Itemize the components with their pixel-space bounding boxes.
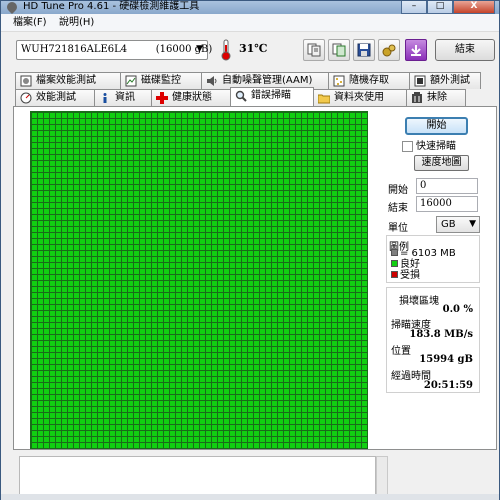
tab-label: 自動噪聲管理(AAM): [222, 75, 313, 86]
erase-icon: [412, 92, 422, 103]
start-field-label: 開始: [388, 185, 408, 196]
health-icon: [156, 92, 168, 104]
tab-label: 磁碟監控: [141, 75, 181, 86]
drive-select[interactable]: WUH721816ALE6L4 (16000 gB) ▼: [16, 40, 212, 60]
unit-label: 單位: [388, 223, 408, 234]
legend-damaged-swatch: [391, 271, 398, 278]
extra-tests-icon: [414, 75, 426, 87]
legend-box: 圖例 = 6103 MB 良好 受損: [386, 235, 480, 283]
log-scrollbar[interactable]: [376, 456, 388, 498]
damaged-blocks-value: 0.0 %: [442, 304, 473, 315]
copy-info-icon: [307, 43, 321, 57]
tab-error-scan[interactable]: 錯誤掃瞄: [230, 87, 314, 106]
tab-label: 錯誤掃瞄: [251, 90, 291, 101]
disk-monitor-icon: [125, 75, 137, 87]
tab-info[interactable]: 資訊: [94, 89, 152, 106]
download-icon: [411, 45, 421, 56]
options-button[interactable]: [378, 39, 400, 61]
menu-file[interactable]: 檔案(F): [13, 16, 47, 29]
position-value: 15994 gB: [419, 354, 473, 365]
tab-row-lower: 效能測試 資訊 健康狀態 錯誤掃瞄 資料夾使用 抹除: [15, 87, 466, 106]
file-benchmark-icon: [20, 75, 32, 87]
window-title: HD Tune Pro 4.61 - 硬碟檢測維護工具: [23, 1, 200, 12]
unit-select[interactable]: GB ▼: [436, 216, 480, 233]
copy-screenshot-button[interactable]: [328, 39, 350, 61]
tab-benchmark[interactable]: 效能測試: [15, 89, 95, 106]
drive-select-value: WUH721816ALE6L4 (16000 gB): [21, 44, 213, 55]
close-button[interactable]: X: [453, 1, 495, 14]
tab-label: 資料夾使用: [334, 92, 384, 103]
log-output: [19, 456, 376, 498]
copy-screenshot-icon: [332, 43, 346, 57]
random-access-icon: [333, 75, 345, 87]
tab-erase[interactable]: 抹除: [406, 89, 466, 106]
temperature-value: 31℃: [239, 42, 268, 55]
speed-map-button[interactable]: 速度地圖: [414, 155, 469, 171]
tab-disk-monitor[interactable]: 磁碟監控: [120, 72, 202, 89]
folder-icon: [318, 94, 330, 104]
legend-damaged: 受損: [391, 271, 420, 281]
toolbar: WUH721816ALE6L4 (16000 gB) ▼ 31℃ 結束: [1, 33, 499, 67]
elapsed-time-value: 20:51:59: [423, 380, 473, 391]
thermometer-icon: [221, 39, 231, 61]
exit-button[interactable]: 結束: [435, 39, 495, 61]
speaker-icon: [207, 76, 217, 86]
end-field-label: 結束: [388, 203, 408, 214]
end-field[interactable]: 16000: [416, 196, 478, 212]
unit-select-value: GB: [441, 219, 456, 230]
quick-scan-label: 快速掃瞄: [416, 141, 456, 152]
legend-damaged-text: 受損: [400, 270, 420, 281]
maximize-button[interactable]: □: [427, 1, 453, 14]
legend-good: 良好: [391, 260, 420, 270]
chevron-down-icon: ▼: [196, 44, 203, 54]
tab-label: 隨機存取: [349, 75, 389, 86]
menu-help[interactable]: 說明(H): [59, 16, 94, 29]
save-button[interactable]: [353, 39, 375, 61]
quick-scan-checkbox[interactable]: [402, 141, 413, 152]
benchmark-icon: [20, 92, 32, 104]
magnifier-icon: [235, 90, 247, 102]
scan-stats-box: 損壞區塊 0.0 % 掃瞄速度 183.8 MB/s 位置 15994 gB 經…: [386, 287, 480, 393]
legend-block-size: = 6103 MB: [391, 249, 456, 259]
legend-block-swatch: [391, 249, 398, 256]
tab-file-benchmark[interactable]: 檔案效能測試: [15, 72, 121, 89]
scan-block-map: [30, 111, 368, 449]
tab-folder-usage[interactable]: 資料夾使用: [313, 89, 407, 106]
tab-health[interactable]: 健康狀態: [151, 89, 231, 106]
title-bar: HD Tune Pro 4.61 - 硬碟檢測維護工具 – □ X: [1, 0, 499, 15]
status-bar: [1, 494, 499, 500]
scan-speed-value: 183.8 MB/s: [409, 329, 473, 340]
tab-label: 健康狀態: [172, 92, 212, 103]
download-button[interactable]: [405, 39, 427, 61]
tab-label: 抹除: [427, 92, 447, 103]
tab-label: 資訊: [115, 92, 135, 103]
legend-good-text: 良好: [400, 259, 420, 270]
tab-label: 效能測試: [36, 92, 76, 103]
options-icon: [382, 44, 396, 57]
window-controls: – □ X: [401, 1, 495, 14]
minimize-button[interactable]: –: [401, 1, 427, 14]
app-window: HD Tune Pro 4.61 - 硬碟檢測維護工具 – □ X 檔案(F) …: [0, 0, 500, 500]
legend-good-swatch: [391, 260, 398, 267]
tab-label: 檔案效能測試: [36, 75, 96, 86]
info-icon: [103, 93, 107, 103]
start-scan-button[interactable]: 開始: [405, 117, 468, 135]
save-icon: [357, 43, 371, 57]
tab-random-access[interactable]: 隨機存取: [328, 72, 410, 89]
damaged-blocks-label: 損壞區塊: [399, 296, 439, 307]
tab-extra-tests[interactable]: 額外測試: [409, 72, 481, 89]
app-icon: [4, 0, 20, 15]
error-scan-panel: 開始 快速掃瞄 速度地圖 開始 0 結束 16000 單位 GB ▼ 圖例 = …: [13, 106, 497, 450]
position-label: 位置: [391, 346, 411, 357]
menu-bar: 檔案(F) 說明(H): [1, 14, 499, 32]
legend-block-size-text: = 6103 MB: [400, 248, 456, 259]
chevron-down-icon: ▼: [469, 219, 476, 229]
copy-info-button[interactable]: [303, 39, 325, 61]
tab-label: 額外測試: [430, 75, 470, 86]
start-field[interactable]: 0: [416, 178, 478, 194]
